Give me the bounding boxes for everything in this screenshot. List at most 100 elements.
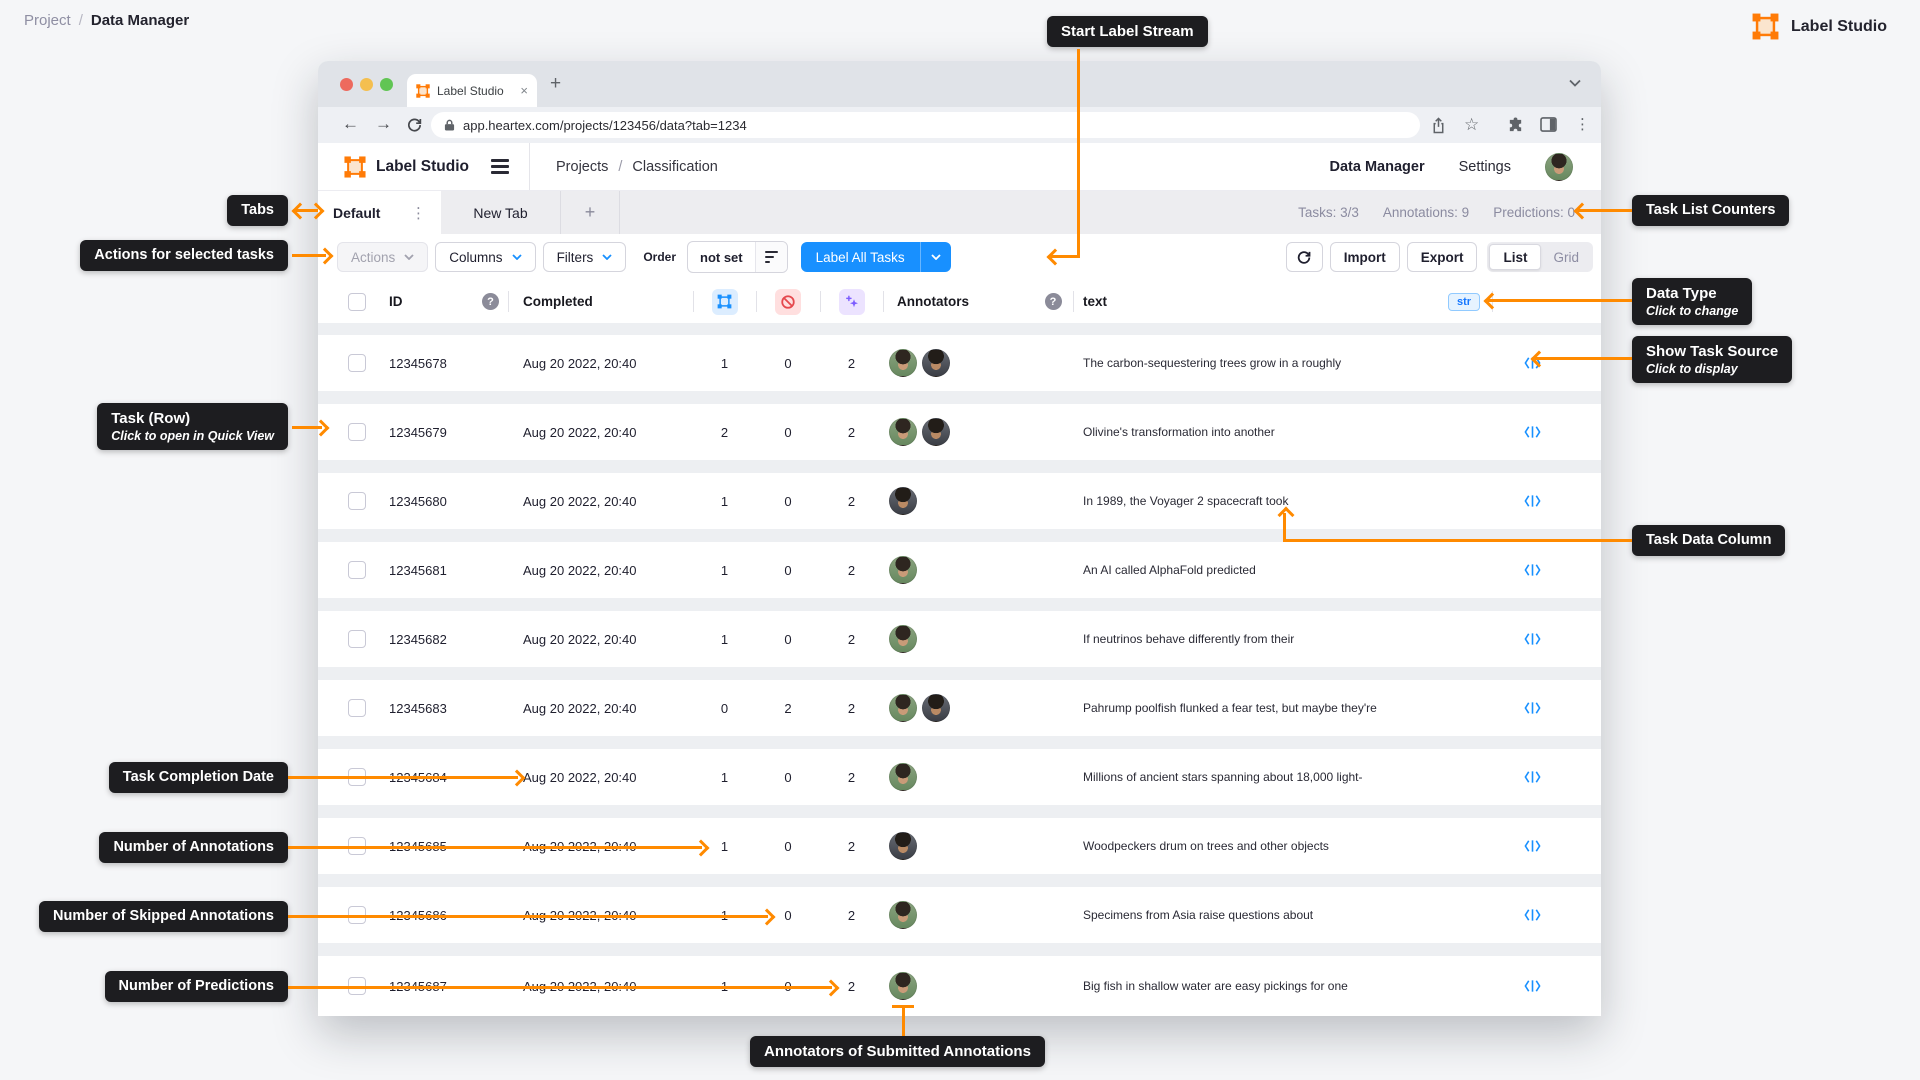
label-all-chevron-icon[interactable] [919, 242, 951, 272]
annotator-avatar[interactable] [889, 487, 917, 515]
table-row[interactable]: 12345686Aug 20 2022, 20:40102Specimens f… [318, 887, 1601, 956]
table-row[interactable]: 12345683 Aug 20 2022, 20:40 0 2 2 Pahrump poo… [318, 680, 1601, 749]
column-header-skipped[interactable] [756, 280, 820, 323]
tab-close-icon[interactable]: × [520, 83, 528, 98]
export-button[interactable]: Export [1406, 242, 1478, 272]
back-icon[interactable]: ← [342, 114, 359, 134]
annotator-avatar[interactable] [922, 694, 950, 722]
forward-icon[interactable]: → [375, 114, 392, 134]
refresh-button[interactable] [1285, 242, 1323, 272]
row-checkbox[interactable] [348, 699, 366, 717]
data-type-badge[interactable]: str [1447, 292, 1481, 311]
table-row[interactable]: 12345682 Aug 20 2022, 20:40 1 0 2 If neutrino… [318, 611, 1601, 680]
annotator-avatar[interactable] [889, 832, 917, 860]
tab-default[interactable]: Default ⋮ [318, 191, 441, 234]
row-checkbox[interactable] [348, 354, 366, 372]
traffic-light-zoom-icon[interactable] [380, 78, 393, 91]
task-text: Pahrump poolfish flunked a fear test, bu… [1083, 701, 1377, 715]
callout-number-of-predictions: Number of Predictions [104, 971, 288, 1002]
breadcrumb-project[interactable]: Project [24, 12, 71, 29]
nav-data-manager[interactable]: Data Manager [1330, 159, 1425, 175]
annotator-avatar[interactable] [889, 418, 917, 446]
traffic-light-close-icon[interactable] [340, 78, 353, 91]
show-source-icon[interactable] [1523, 494, 1541, 508]
show-source-icon[interactable] [1523, 632, 1541, 646]
app-breadcrumb-projects[interactable]: Projects [556, 159, 608, 175]
refresh-icon [1297, 251, 1311, 264]
actions-button[interactable]: Actions [337, 242, 429, 272]
extensions-puzzle-icon[interactable] [1507, 117, 1524, 134]
sidebar-icon[interactable] [1540, 117, 1557, 132]
select-all-checkbox[interactable] [348, 292, 366, 311]
page-brand: Label Studio [1752, 13, 1887, 40]
traffic-light-minimize-icon[interactable] [360, 78, 373, 91]
annotator-avatar[interactable] [889, 556, 917, 584]
menu-icon[interactable] [491, 159, 509, 174]
annotators-help[interactable]: ? [1033, 280, 1073, 323]
page-brand-label: Label Studio [1791, 17, 1887, 35]
show-source-icon[interactable] [1523, 839, 1541, 853]
show-source-icon[interactable] [1523, 563, 1541, 577]
table-row[interactable]: 12345679 Aug 20 2022, 20:40 2 0 2 Olivine's t… [318, 404, 1601, 473]
browser-more-icon[interactable]: ⋮ [1575, 117, 1590, 132]
nav-settings[interactable]: Settings [1459, 159, 1511, 175]
annotator-avatar[interactable] [922, 349, 950, 377]
predictions-count: 2 [847, 493, 856, 509]
share-icon[interactable] [1431, 117, 1446, 134]
show-source-icon[interactable] [1523, 979, 1541, 993]
column-header-annotations[interactable] [693, 280, 756, 323]
predictions-column-icon [838, 288, 865, 315]
address-bar[interactable]: app.heartex.com/projects/123456/data?tab… [431, 112, 1420, 138]
annotator-avatar[interactable] [922, 418, 950, 446]
view-grid-button[interactable]: Grid [1541, 250, 1591, 265]
column-header-annotators[interactable]: Annotators [883, 280, 1033, 323]
table-row[interactable]: 12345680 Aug 20 2022, 20:40 1 0 2 In 1989, th… [318, 473, 1601, 542]
show-source-icon[interactable] [1523, 701, 1541, 715]
annotator-avatar[interactable] [889, 901, 917, 929]
column-header-completed[interactable]: Completed [508, 280, 693, 323]
table-row[interactable]: 12345681 Aug 20 2022, 20:40 1 0 2 An AI calle… [318, 542, 1601, 611]
show-source-icon[interactable] [1523, 425, 1541, 439]
tab-new-tab[interactable]: New Tab [441, 191, 561, 234]
filters-button[interactable]: Filters [542, 242, 627, 272]
column-header-id[interactable]: ID [378, 280, 473, 323]
show-source-icon[interactable] [1523, 908, 1541, 922]
view-list-button[interactable]: List [1489, 244, 1542, 270]
browser-menu-chevron-icon[interactable] [1569, 79, 1581, 87]
label-all-tasks-button[interactable]: Label All Tasks [800, 242, 951, 272]
table-body: 12345678 Aug 20 2022, 20:40 1 0 2 The carbon-… [318, 335, 1601, 1016]
annotator-avatar[interactable] [889, 763, 917, 791]
browser-tab[interactable]: Label Studio × [407, 74, 537, 107]
reload-icon[interactable] [406, 116, 423, 133]
bookmark-star-icon[interactable]: ☆ [1464, 116, 1479, 133]
skipped-count: 0 [784, 769, 792, 785]
app-brand[interactable]: Label Studio [344, 155, 469, 178]
annotator-avatar[interactable] [889, 694, 917, 722]
show-source-icon[interactable] [1523, 770, 1541, 784]
row-checkbox[interactable] [348, 630, 366, 648]
task-text: If neutrinos behave differently from the… [1083, 632, 1295, 646]
annotator-avatar[interactable] [889, 349, 917, 377]
sort-order-icon[interactable] [754, 242, 787, 272]
tab-options-icon[interactable]: ⋮ [411, 204, 426, 222]
id-help[interactable]: ? [473, 280, 508, 323]
columns-button[interactable]: Columns [435, 242, 536, 272]
task-id: 12345681 [389, 562, 447, 578]
new-tab-icon[interactable]: + [550, 71, 561, 97]
browser-tab-strip: Label Studio × + [318, 61, 1601, 107]
row-checkbox[interactable] [348, 492, 366, 510]
annotator-avatar[interactable] [889, 625, 917, 653]
table-row[interactable]: 12345678 Aug 20 2022, 20:40 1 0 2 The carbon-… [318, 335, 1601, 404]
row-checkbox[interactable] [348, 561, 366, 579]
table-row[interactable]: 12345685Aug 20 2022, 20:40102Woodpeckers… [318, 818, 1601, 887]
task-completed-date: Aug 20 2022, 20:40 [523, 493, 637, 509]
column-header-predictions[interactable] [820, 280, 883, 323]
user-avatar[interactable] [1545, 152, 1573, 181]
add-tab-icon[interactable]: + [561, 191, 620, 234]
import-button[interactable]: Import [1329, 242, 1400, 272]
table-row[interactable]: 12345684Aug 20 2022, 20:40102Millions of… [318, 749, 1601, 818]
order-control[interactable]: not set [687, 241, 788, 273]
annotator-avatar[interactable] [889, 972, 917, 1000]
row-checkbox[interactable] [348, 423, 366, 441]
column-header-text[interactable]: text [1073, 280, 1435, 323]
